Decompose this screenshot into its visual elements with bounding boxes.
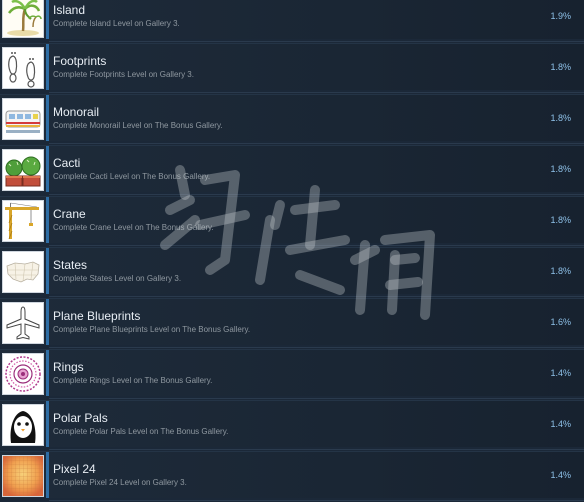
achievement-list: Island Complete Island Level on Gallery … (0, 0, 584, 502)
achievement-title: Cacti (53, 156, 81, 170)
achievement-description: Complete Cacti Level on The Bonus Galler… (53, 172, 211, 181)
achievement-percent: 1.4% (550, 470, 571, 480)
crane-icon (2, 200, 44, 242)
row-divider (49, 143, 584, 144)
achievement-description: Complete Plane Blueprints Level on The B… (53, 325, 251, 334)
achievement-description: Complete Rings Level on The Bonus Galler… (53, 376, 213, 385)
row-accent-bar (46, 401, 49, 447)
row-accent-bar (46, 0, 49, 39)
achievement-title: Rings (53, 360, 84, 374)
achievement-title: Pixel 24 (53, 462, 96, 476)
row-accent-bar (46, 299, 49, 345)
row-divider (49, 296, 584, 297)
achievement-row[interactable]: Crane Complete Crane Level on The Bonus … (0, 196, 584, 246)
row-divider (49, 92, 584, 93)
monorail-icon (2, 98, 44, 140)
footprints-icon (2, 47, 44, 89)
achievement-description: Complete Crane Level on The Bonus Galler… (53, 223, 214, 232)
achievement-percent: 1.8% (550, 215, 571, 225)
achievement-title: Polar Pals (53, 411, 108, 425)
row-divider (49, 398, 584, 399)
achievement-description: Complete States Level on Gallery 3. (53, 274, 182, 283)
pixel-grid-icon (2, 455, 44, 497)
achievement-title: Island (53, 3, 86, 17)
achievement-title: Monorail (53, 105, 100, 119)
achievement-row[interactable]: Plane Blueprints Complete Plane Blueprin… (0, 298, 584, 348)
cacti-icon (2, 149, 44, 191)
achievement-title: Plane Blueprints (53, 309, 141, 323)
achievement-percent: 1.4% (550, 419, 571, 429)
achievement-row[interactable]: Cacti Complete Cacti Level on The Bonus … (0, 145, 584, 195)
row-divider (49, 41, 584, 42)
rings-icon (2, 353, 44, 395)
achievement-row[interactable]: Island Complete Island Level on Gallery … (0, 0, 584, 42)
achievement-row[interactable]: Pixel 24 Complete Pixel 24 Level on Gall… (0, 451, 584, 501)
row-accent-bar (46, 95, 49, 141)
achievement-description: Complete Polar Pals Level on The Bonus G… (53, 427, 229, 436)
achievement-percent: 1.8% (550, 113, 571, 123)
achievement-title: Footprints (53, 54, 107, 68)
achievement-row[interactable]: Footprints Complete Footprints Level on … (0, 43, 584, 93)
achievement-percent: 1.6% (550, 317, 571, 327)
row-accent-bar (46, 452, 49, 498)
row-divider (49, 449, 584, 450)
map-icon (2, 251, 44, 293)
row-divider (49, 347, 584, 348)
penguin-icon (2, 404, 44, 446)
achievement-description: Complete Monorail Level on The Bonus Gal… (53, 121, 223, 130)
row-accent-bar (46, 350, 49, 396)
row-accent-bar (46, 146, 49, 192)
palm-tree-icon (2, 0, 44, 38)
achievement-title: Crane (53, 207, 86, 221)
achievement-description: Complete Island Level on Gallery 3. (53, 19, 180, 28)
achievement-description: Complete Footprints Level on Gallery 3. (53, 70, 194, 79)
row-accent-bar (46, 197, 49, 243)
achievement-percent: 1.8% (550, 62, 571, 72)
row-divider (49, 245, 584, 246)
achievement-percent: 1.8% (550, 266, 571, 276)
achievement-row[interactable]: Monorail Complete Monorail Level on The … (0, 94, 584, 144)
row-accent-bar (46, 248, 49, 294)
achievement-row[interactable]: States Complete States Level on Gallery … (0, 247, 584, 297)
achievement-row[interactable]: Rings Complete Rings Level on The Bonus … (0, 349, 584, 399)
achievement-row[interactable]: Polar Pals Complete Polar Pals Level on … (0, 400, 584, 450)
airplane-icon (2, 302, 44, 344)
achievement-percent: 1.9% (550, 11, 571, 21)
achievement-percent: 1.8% (550, 164, 571, 174)
row-divider (49, 194, 584, 195)
achievement-title: States (53, 258, 88, 272)
row-accent-bar (46, 44, 49, 90)
achievement-percent: 1.4% (550, 368, 571, 378)
row-divider (49, 500, 584, 501)
